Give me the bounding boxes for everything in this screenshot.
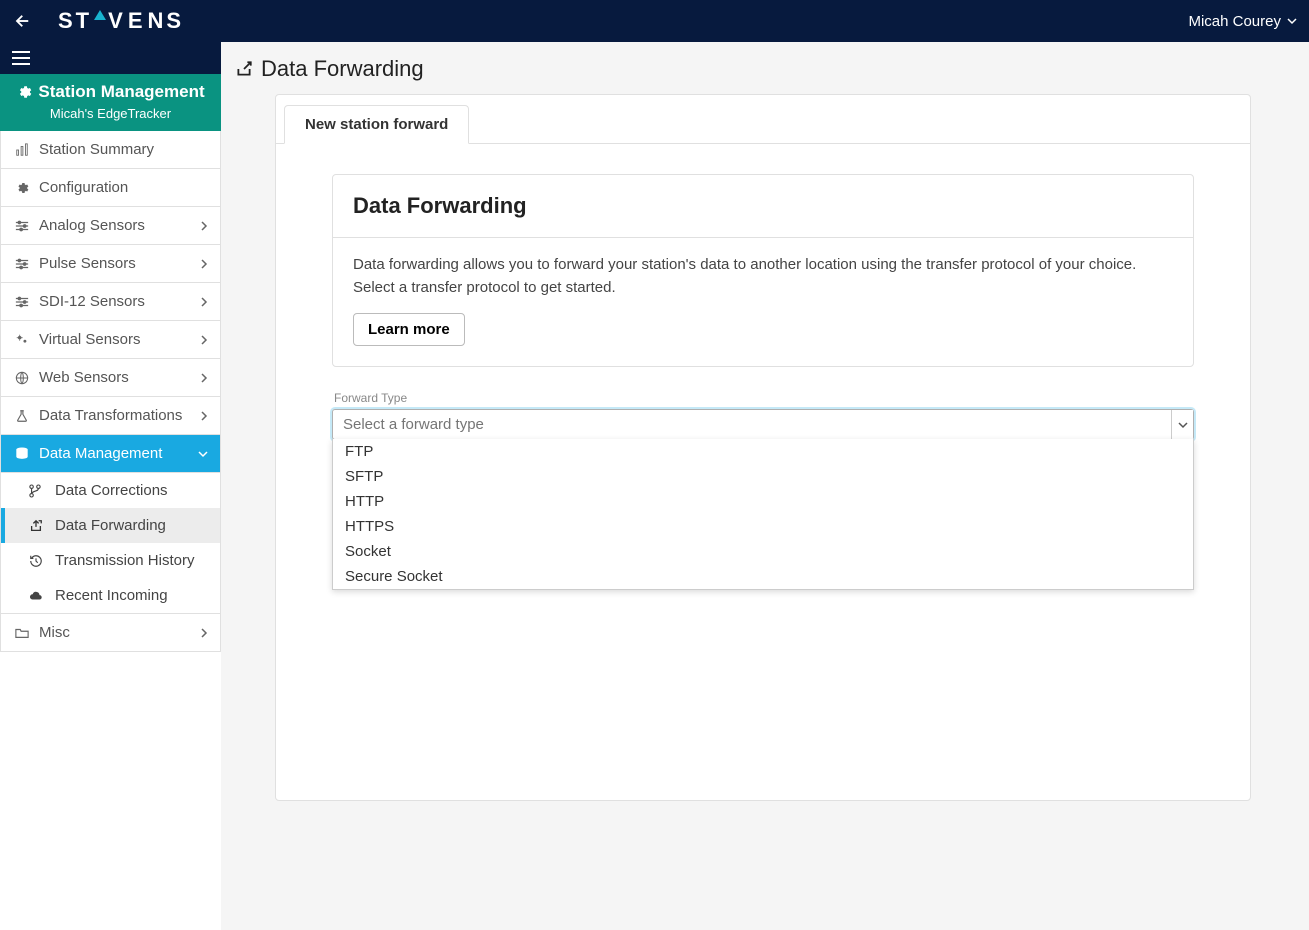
caret-down-icon [1287, 16, 1297, 26]
subnav-label: Recent Incoming [55, 587, 168, 604]
subnav-data-forwarding[interactable]: Data Forwarding [1, 508, 220, 543]
nav-misc[interactable]: Misc [1, 614, 220, 651]
nav-label: Misc [39, 624, 70, 641]
sliders-icon [13, 295, 31, 309]
subnav-label: Data Forwarding [55, 517, 166, 534]
learn-more-button[interactable]: Learn more [353, 313, 465, 346]
info-description: Data forwarding allows you to forward yo… [353, 254, 1173, 299]
caret-down-icon [1178, 421, 1188, 429]
share-icon [235, 60, 253, 78]
info-box: Data Forwarding Data forwarding allows y… [332, 174, 1194, 367]
nav-label: Data Transformations [39, 407, 182, 424]
nav-data-transformations[interactable]: Data Transformations [1, 397, 220, 435]
subnav-label: Transmission History [55, 552, 194, 569]
flask-icon [13, 409, 31, 423]
forward-type-dropdown: FTP SFTP HTTP HTTPS Socket Secure Socket [332, 439, 1194, 590]
station-name: Micah's EdgeTracker [6, 106, 215, 121]
forward-type-label: Forward Type [334, 391, 1194, 405]
subnav-label: Data Corrections [55, 482, 168, 499]
station-mgmt-label: Station Management [38, 82, 204, 102]
station-icon [13, 143, 31, 157]
sidebar: Station Management Micah's EdgeTracker S… [0, 42, 221, 930]
button-label: Learn more [368, 321, 450, 338]
globe-icon [13, 371, 31, 385]
folder-icon [13, 626, 31, 640]
tab-row: New station forward [276, 95, 1250, 144]
option-http[interactable]: HTTP [333, 489, 1193, 514]
info-heading: Data Forwarding [333, 175, 1193, 238]
caret-down-icon [198, 450, 208, 458]
main-content: Data Forwarding New station forward Data… [221, 42, 1309, 930]
nav-configuration[interactable]: Configuration [1, 169, 220, 207]
nav-label: Web Sensors [39, 369, 129, 386]
option-https[interactable]: HTTPS [333, 514, 1193, 539]
caret-right-icon [200, 221, 208, 231]
cloud-icon [29, 589, 47, 603]
user-name: Micah Courey [1188, 13, 1281, 30]
option-ftp[interactable]: FTP [333, 439, 1193, 464]
back-button[interactable] [12, 10, 34, 32]
forward-type-input[interactable] [333, 410, 1171, 439]
nav-label: Configuration [39, 179, 128, 196]
logo-diamond-icon [94, 10, 106, 20]
nav-label: Virtual Sensors [39, 331, 140, 348]
nav-label: SDI-12 Sensors [39, 293, 145, 310]
subnav-transmission-history[interactable]: Transmission History [1, 543, 220, 578]
caret-right-icon [200, 411, 208, 421]
gear-icon [13, 181, 31, 195]
user-menu[interactable]: Micah Courey [1188, 13, 1297, 30]
tab-new-station-forward[interactable]: New station forward [284, 105, 469, 144]
nav-web-sensors[interactable]: Web Sensors [1, 359, 220, 397]
forward-type-select[interactable]: FTP SFTP HTTP HTTPS Socket Secure Socket [332, 409, 1194, 440]
data-management-subnav: Data Corrections Data Forwarding Transmi… [1, 473, 220, 614]
nav-label: Station Summary [39, 141, 154, 158]
caret-right-icon [200, 628, 208, 638]
nav-list: Station Summary Configuration Analog Sen… [0, 131, 221, 652]
tab-label: New station forward [305, 116, 448, 133]
sliders-icon [13, 257, 31, 271]
cogs-icon [13, 333, 31, 347]
content-card: New station forward Data Forwarding Data… [275, 94, 1251, 801]
history-icon [29, 554, 47, 568]
branch-icon [29, 484, 47, 498]
subnav-data-corrections[interactable]: Data Corrections [1, 473, 220, 508]
nav-data-management[interactable]: Data Management [1, 435, 220, 473]
share-icon [29, 519, 47, 533]
subnav-recent-incoming[interactable]: Recent Incoming [1, 578, 220, 613]
nav-station-summary[interactable]: Station Summary [1, 131, 220, 169]
database-icon [13, 447, 31, 461]
caret-right-icon [200, 335, 208, 345]
caret-right-icon [200, 297, 208, 307]
hamburger-button[interactable] [12, 51, 30, 65]
gear-icon [16, 84, 32, 100]
caret-right-icon [200, 259, 208, 269]
nav-label: Data Management [39, 445, 162, 462]
option-secure-socket[interactable]: Secure Socket [333, 564, 1193, 589]
nav-analog-sensors[interactable]: Analog Sensors [1, 207, 220, 245]
top-bar: STVENS Micah Courey [0, 0, 1309, 42]
dropdown-toggle[interactable] [1171, 410, 1193, 439]
station-header: Station Management Micah's EdgeTracker [0, 74, 221, 131]
nav-pulse-sensors[interactable]: Pulse Sensors [1, 245, 220, 283]
caret-right-icon [200, 373, 208, 383]
nav-label: Analog Sensors [39, 217, 145, 234]
nav-label: Pulse Sensors [39, 255, 136, 272]
nav-sdi12-sensors[interactable]: SDI-12 Sensors [1, 283, 220, 321]
option-socket[interactable]: Socket [333, 539, 1193, 564]
nav-virtual-sensors[interactable]: Virtual Sensors [1, 321, 220, 359]
tab-panel: Data Forwarding Data forwarding allows y… [276, 144, 1250, 440]
page-title: Data Forwarding [235, 56, 1291, 82]
hamburger-bar [0, 42, 221, 74]
sliders-icon [13, 219, 31, 233]
option-sftp[interactable]: SFTP [333, 464, 1193, 489]
brand-logo: STVENS [58, 8, 184, 34]
